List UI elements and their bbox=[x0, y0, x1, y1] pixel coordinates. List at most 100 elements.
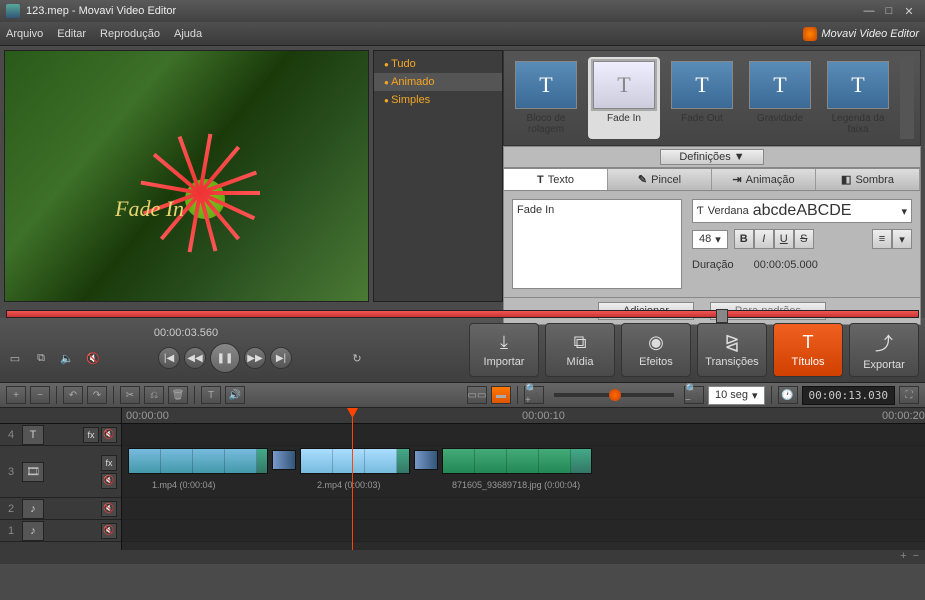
close-button[interactable]: ✕ bbox=[899, 5, 919, 18]
main-tab-effects[interactable]: ◉Efeitos bbox=[621, 323, 691, 377]
menu-edit[interactable]: Editar bbox=[57, 28, 86, 40]
menu-file[interactable]: Arquivo bbox=[6, 28, 43, 40]
underline-button[interactable]: U bbox=[774, 229, 794, 249]
tool-remove[interactable]: − bbox=[30, 386, 50, 404]
audio-track-2[interactable] bbox=[122, 498, 925, 520]
zoom-slider[interactable] bbox=[554, 393, 674, 397]
main-tab-export[interactable]: ⤴Exportar bbox=[849, 323, 919, 377]
zoom-in-button[interactable]: 🔍+ bbox=[524, 386, 544, 404]
track-mute-icon[interactable]: 🔇 bbox=[101, 473, 117, 489]
title-properties-panel: TBloco de rolagem TFade In TFade Out TGr… bbox=[503, 50, 921, 302]
audio-track-1[interactable] bbox=[122, 520, 925, 542]
bold-button[interactable]: B bbox=[734, 229, 754, 249]
add-track-icon[interactable]: + bbox=[900, 550, 906, 564]
shadow-icon: ◧ bbox=[841, 173, 851, 186]
preset-scrollbar[interactable] bbox=[900, 57, 914, 139]
transition-2[interactable] bbox=[414, 450, 438, 470]
timecode-display: 00:00:03.560 bbox=[154, 327, 218, 339]
import-icon: ⤓ bbox=[500, 332, 508, 353]
track-header-4: 4Tfx🔇 bbox=[0, 424, 121, 446]
tool-redo[interactable]: ↷ bbox=[87, 386, 107, 404]
tab-text[interactable]: TTexto bbox=[504, 169, 608, 190]
category-all[interactable]: Tudo bbox=[374, 55, 502, 73]
goto-end-button[interactable]: ▶| bbox=[270, 347, 292, 369]
preview-title-overlay: Fade In bbox=[115, 196, 184, 222]
menu-play[interactable]: Reprodução bbox=[100, 28, 160, 40]
align-button[interactable]: ≡ bbox=[872, 229, 892, 249]
goto-start-button[interactable]: |◀ bbox=[158, 347, 180, 369]
category-animated[interactable]: Animado bbox=[374, 73, 502, 91]
clip-1[interactable] bbox=[128, 448, 268, 474]
menu-help[interactable]: Ajuda bbox=[174, 28, 202, 40]
tool-text[interactable]: T bbox=[201, 386, 221, 404]
track-fx-icon[interactable]: fx bbox=[83, 427, 99, 443]
main-tab-import[interactable]: ⤓Importar bbox=[469, 323, 539, 377]
transition-1[interactable] bbox=[272, 450, 296, 470]
crop-icon[interactable]: ⧉ bbox=[32, 349, 50, 367]
view-storyboard[interactable]: ▭▭ bbox=[467, 386, 487, 404]
timeline-tracks-area[interactable]: 00:00:00 00:00:10 00:00:20 1.mp4 (0:00:0… bbox=[122, 408, 925, 550]
tab-brush[interactable]: ✎Pincel bbox=[608, 169, 712, 190]
tool-add[interactable]: + bbox=[6, 386, 26, 404]
tab-shadow[interactable]: ◧Sombra bbox=[816, 169, 920, 190]
play-pause-button[interactable]: ❚❚ bbox=[210, 343, 240, 373]
maximize-button[interactable]: □ bbox=[879, 5, 899, 17]
preset-fade-out[interactable]: TFade Out bbox=[666, 57, 738, 139]
title-preset-row: TBloco de rolagem TFade In TFade Out TGr… bbox=[503, 50, 921, 146]
zoom-out-button[interactable]: 🔍− bbox=[684, 386, 704, 404]
text-icon: T bbox=[537, 174, 544, 186]
font-size-select[interactable]: 48 ▾ bbox=[692, 230, 728, 249]
effects-icon: ◉ bbox=[648, 332, 664, 353]
fullscreen-icon[interactable]: ⛶ bbox=[899, 386, 919, 404]
title-track[interactable] bbox=[122, 424, 925, 446]
zoom-level-select[interactable]: 10 seg ▾ bbox=[708, 386, 765, 405]
tool-cut[interactable]: ✂ bbox=[120, 386, 140, 404]
italic-button[interactable]: I bbox=[754, 229, 774, 249]
main-tab-media[interactable]: ⧉Mídia bbox=[545, 323, 615, 377]
view-timeline[interactable]: ▬ bbox=[491, 386, 511, 404]
duration-label: Duração bbox=[692, 259, 734, 271]
preset-gravidade[interactable]: TGravidade bbox=[744, 57, 816, 139]
minimize-button[interactable]: — bbox=[859, 5, 879, 17]
remove-track-icon[interactable]: − bbox=[913, 550, 919, 564]
main-tab-transitions[interactable]: ⧎Transições bbox=[697, 323, 767, 377]
preset-fade-in[interactable]: TFade In bbox=[588, 57, 660, 139]
timeline-ruler[interactable]: 00:00:00 00:00:10 00:00:20 bbox=[122, 408, 925, 424]
prev-frame-button[interactable]: ◀◀ bbox=[184, 347, 206, 369]
scrub-bar[interactable] bbox=[6, 310, 919, 318]
clip-3[interactable] bbox=[442, 448, 592, 474]
monitor-icon[interactable]: ▭ bbox=[6, 349, 24, 367]
volume-icon[interactable]: 🔈 bbox=[58, 349, 76, 367]
video-track[interactable]: 1.mp4 (0:00:04) 2.mp4 (0:00:03) 871605_9… bbox=[122, 446, 925, 498]
align-dropdown[interactable]: ▾ bbox=[892, 229, 912, 249]
playhead[interactable] bbox=[352, 408, 353, 550]
main-tab-titles[interactable]: TTítulos bbox=[773, 323, 843, 377]
tool-audio[interactable]: 🔊 bbox=[225, 386, 245, 404]
track-fx-icon[interactable]: fx bbox=[101, 455, 117, 471]
app-icon bbox=[6, 4, 20, 18]
font-selector[interactable]: Ƭ Verdana abcdeABCDE ▾ bbox=[692, 199, 912, 223]
media-icon: ⧉ bbox=[574, 332, 587, 353]
track-header-1: 1♪🔇 bbox=[0, 520, 121, 542]
strike-button[interactable]: S bbox=[794, 229, 814, 249]
tool-delete[interactable]: 🗑 bbox=[168, 386, 188, 404]
tab-animation[interactable]: ⇥Animação bbox=[712, 169, 816, 190]
preset-legenda-faixa[interactable]: TLegenda da faixa bbox=[822, 57, 894, 139]
next-frame-button[interactable]: ▶▶ bbox=[244, 347, 266, 369]
audio-track-icon: ♪ bbox=[22, 499, 44, 519]
loop-icon[interactable]: ↻ bbox=[348, 349, 366, 367]
preset-bloco-rolagem[interactable]: TBloco de rolagem bbox=[510, 57, 582, 139]
definitions-bar: Definições ▼ bbox=[503, 146, 921, 168]
timeline: 4Tfx🔇 3🎞fx🔇 2♪🔇 1♪🔇 00:00:00 00:00:10 00… bbox=[0, 408, 925, 550]
definitions-toggle[interactable]: Definições ▼ bbox=[660, 149, 763, 165]
track-mute-icon[interactable]: 🔇 bbox=[101, 427, 117, 443]
transport-bar: 00:00:03.560 ▭ ⧉ 🔈 🔇 |◀ ◀◀ ❚❚ ▶▶ ▶| ↻ ⤓I… bbox=[0, 318, 925, 382]
clip-2[interactable] bbox=[300, 448, 410, 474]
mute-icon[interactable]: 🔇 bbox=[84, 349, 102, 367]
clock-icon[interactable]: 🕐 bbox=[778, 386, 798, 404]
title-text-input[interactable]: Fade In bbox=[512, 199, 682, 289]
category-simple[interactable]: Simples bbox=[374, 91, 502, 109]
window-title: 123.mep - Movavi Video Editor bbox=[26, 5, 859, 17]
tool-undo[interactable]: ↶ bbox=[63, 386, 83, 404]
tool-split[interactable]: ⎌ bbox=[144, 386, 164, 404]
